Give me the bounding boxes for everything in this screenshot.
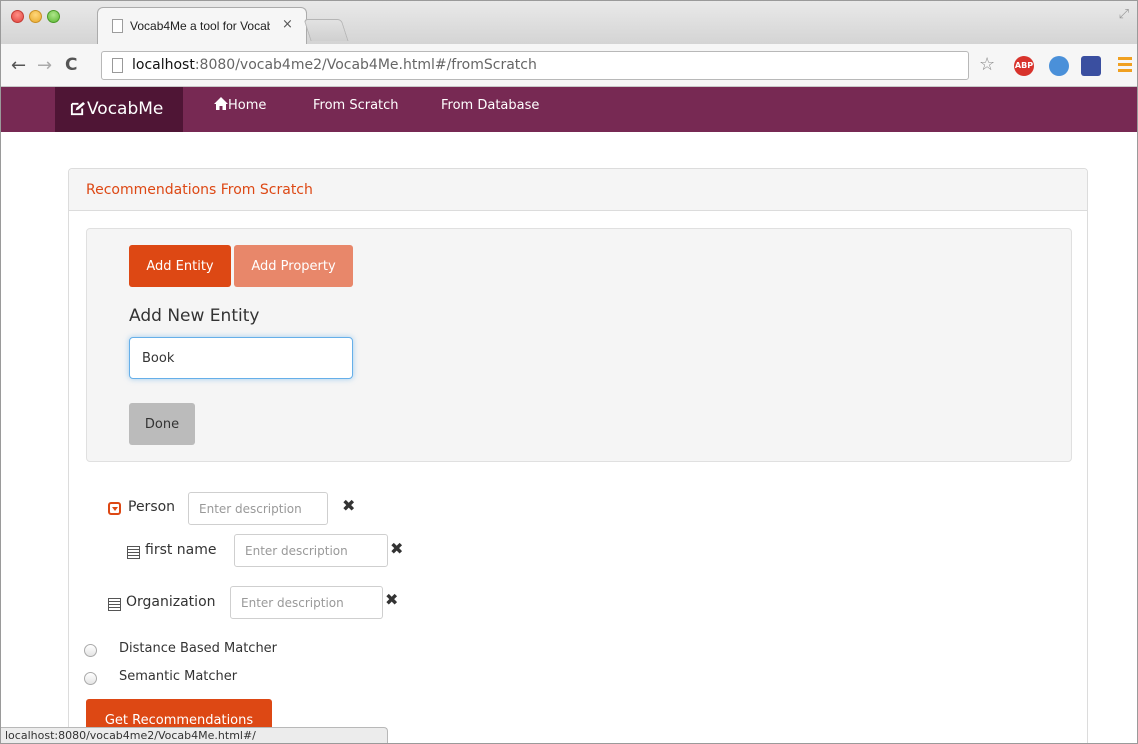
url-path: :8080/vocab4me2/Vocab4Me.html#/fromScrat… bbox=[194, 57, 537, 73]
page-icon bbox=[112, 58, 123, 73]
first-name-description-input[interactable] bbox=[234, 534, 388, 567]
add-entity-button[interactable]: Add Entity bbox=[129, 245, 231, 287]
app-navbar: VocabMe Home From Scratch From Database bbox=[1, 87, 1137, 132]
semantic-matcher-radio[interactable] bbox=[84, 672, 97, 685]
caret-down-icon[interactable] bbox=[108, 502, 121, 515]
fullscreen-icon[interactable]: ⤢ bbox=[1119, 7, 1129, 22]
browser-toolbar: ← → C localhost:8080/vocab4me2/Vocab4Me.… bbox=[1, 44, 1137, 87]
entity-name-input[interactable] bbox=[129, 337, 353, 379]
entity-label-person: Person bbox=[128, 499, 176, 515]
brand-link[interactable]: VocabMe bbox=[55, 87, 183, 132]
list-icon bbox=[127, 546, 140, 559]
remove-person-icon[interactable]: ✖ bbox=[342, 496, 355, 515]
entity-label-organization: Organization bbox=[126, 594, 216, 610]
add-property-button[interactable]: Add Property bbox=[234, 245, 353, 287]
brand-name: VocabMe bbox=[87, 99, 164, 119]
url-text[interactable]: localhost:8080/vocab4me2/Vocab4Me.html#/… bbox=[132, 57, 537, 73]
window-maximize-button[interactable] bbox=[47, 10, 60, 23]
bookmark-extension-icon[interactable] bbox=[1081, 56, 1101, 76]
add-new-entity-title: Add New Entity bbox=[129, 306, 260, 326]
nav-from-scratch[interactable]: From Scratch bbox=[313, 87, 399, 132]
nav-home[interactable]: Home bbox=[214, 87, 266, 132]
list-icon bbox=[108, 598, 121, 611]
globe-extension-icon[interactable] bbox=[1049, 56, 1069, 76]
home-icon bbox=[214, 97, 228, 110]
forward-button[interactable]: → bbox=[37, 55, 52, 76]
bookmark-star-icon[interactable]: ☆ bbox=[979, 54, 995, 75]
organization-description-input[interactable] bbox=[230, 586, 383, 619]
browser-tab[interactable]: Vocab4Me a tool for Vocab × bbox=[97, 7, 307, 45]
reload-button[interactable]: C bbox=[65, 55, 77, 75]
distance-matcher-label: Distance Based Matcher bbox=[119, 641, 278, 656]
nav-home-label: Home bbox=[228, 98, 267, 113]
panel-heading: Recommendations From Scratch bbox=[69, 169, 1087, 211]
browser-window: Vocab4Me a tool for Vocab × ⤢ ← → C loca… bbox=[0, 0, 1138, 744]
new-tab-button[interactable] bbox=[303, 19, 349, 41]
window-close-button[interactable] bbox=[11, 10, 24, 23]
add-entity-well: Add Entity Add Property Add New Entity D… bbox=[86, 228, 1072, 462]
recommendations-panel: Recommendations From Scratch Add Entity … bbox=[68, 168, 1088, 743]
remove-organization-icon[interactable]: ✖ bbox=[385, 590, 398, 609]
nav-from-database[interactable]: From Database bbox=[441, 87, 539, 132]
person-description-input[interactable] bbox=[188, 492, 328, 525]
done-button[interactable]: Done bbox=[129, 403, 195, 445]
back-button[interactable]: ← bbox=[11, 55, 26, 76]
page-favicon-icon bbox=[112, 19, 123, 33]
url-host: localhost bbox=[132, 57, 195, 73]
semantic-matcher-label: Semantic Matcher bbox=[119, 669, 238, 684]
window-minimize-button[interactable] bbox=[29, 10, 42, 23]
tab-title: Vocab4Me a tool for Vocab bbox=[130, 19, 270, 33]
tab-strip: Vocab4Me a tool for Vocab × ⤢ bbox=[1, 1, 1137, 45]
adblock-extension-icon[interactable]: ABP bbox=[1014, 56, 1034, 76]
tab-close-icon[interactable]: × bbox=[282, 17, 293, 32]
edit-icon bbox=[70, 101, 85, 116]
status-url-bubble: localhost:8080/vocab4me2/Vocab4Me.html#/ bbox=[1, 727, 388, 743]
browser-menu-icon[interactable] bbox=[1118, 57, 1132, 75]
property-label-first-name: first name bbox=[145, 542, 217, 558]
address-bar[interactable]: localhost:8080/vocab4me2/Vocab4Me.html#/… bbox=[101, 51, 969, 80]
remove-first-name-icon[interactable]: ✖ bbox=[390, 539, 403, 558]
distance-matcher-radio[interactable] bbox=[84, 644, 97, 657]
